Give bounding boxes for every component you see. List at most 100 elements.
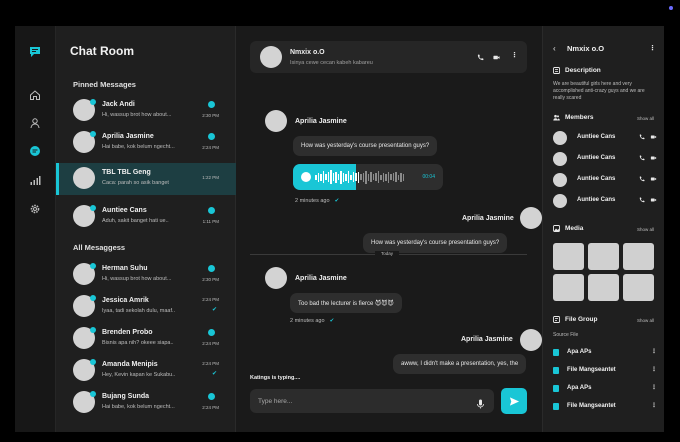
members-icon [553, 114, 560, 121]
media-icon [553, 225, 560, 232]
chat-item-herman-suhu[interactable]: Herman Suhu Hi, wassup brot how about...… [56, 259, 236, 291]
waveform-bar [350, 174, 352, 180]
read-check-icon: ✔ [329, 318, 335, 324]
voice-message[interactable]: 00:04 [293, 164, 443, 190]
chat-item-jack-andi[interactable]: Jack Andi Hi, wassup brot how about... 2… [56, 95, 236, 127]
more-options-icon[interactable]: ⋮ [511, 51, 518, 59]
chat-item-name: Aprilia Jasmine [102, 133, 154, 140]
chat-item-name: Jack Andi [102, 101, 135, 108]
media-thumbnail[interactable] [623, 243, 654, 270]
chat-item-jessica-amrik[interactable]: Jessica Amrik Iyaa, tadi sekolah dulu, m… [56, 291, 236, 323]
video-call-icon[interactable] [650, 176, 657, 182]
phone-call-icon[interactable] [476, 53, 484, 61]
chat-item-time: 2:30 PM [202, 113, 219, 118]
avatar [73, 327, 96, 349]
phone-call-icon[interactable] [639, 197, 645, 203]
chat-item-brenden-probo[interactable]: Brenden Probo Bisnis apa nih? okeee siap… [56, 323, 236, 355]
chat-item-preview: Hi, wassup brot how about... [102, 276, 172, 282]
phone-call-icon[interactable] [639, 176, 645, 182]
chat-item-amanda-menipis[interactable]: Amanda Menipis Hey, Kevin kapan ke Sukab… [56, 355, 236, 387]
member-row[interactable]: Auntiee Cans [553, 192, 657, 210]
chat-item-time: 2:24 PM [202, 341, 219, 346]
media-thumbnail[interactable] [553, 243, 584, 270]
chat-item-bujang-sunda[interactable]: Bujang Sunda Hai babe, kok belum ngecht.… [56, 387, 236, 419]
files-show-all-link[interactable]: Show all [637, 318, 654, 323]
chat-item-name: Amanda Menipis [102, 361, 158, 368]
members-show-all-link[interactable]: Show all [637, 116, 654, 121]
profile-icon[interactable] [27, 115, 43, 131]
file-more-icon[interactable]: ⋮ [651, 348, 657, 355]
waveform-bar [365, 170, 367, 184]
message-bubble: How was yesterday's course presentation … [363, 233, 508, 253]
chat-item-preview: Hey, Kevin kapan ke Sukabu.. [102, 372, 176, 378]
file-icon [553, 367, 559, 374]
file-item[interactable]: Apa APs ⋮ [553, 347, 657, 359]
waveform-bar [397, 174, 399, 180]
media-show-all-link[interactable]: Show all [637, 227, 654, 232]
file-name: File Mangseantet [567, 403, 616, 409]
file-item[interactable]: Apa APs ⋮ [553, 383, 657, 395]
file-icon [553, 349, 559, 356]
file-more-icon[interactable]: ⋮ [651, 402, 657, 409]
analytics-icon[interactable] [27, 172, 43, 188]
media-thumbnail[interactable] [623, 274, 654, 301]
waveform-bar [390, 174, 392, 180]
back-chevron-icon[interactable]: ‹ [553, 44, 556, 53]
member-row[interactable]: Auntiee Cans [553, 150, 657, 168]
video-call-icon[interactable] [650, 197, 657, 203]
microphone-icon[interactable] [476, 396, 485, 409]
waveform-bar [395, 172, 397, 182]
avatar [73, 263, 96, 285]
member-row[interactable]: Auntiee Cans [553, 129, 657, 147]
waveform-bar [325, 174, 327, 180]
chat-item-name: Brenden Probo [102, 329, 153, 336]
send-button[interactable] [501, 388, 527, 414]
video-call-icon[interactable] [492, 53, 500, 61]
file-item[interactable]: File Mangseantet ⋮ [553, 401, 657, 413]
file-more-icon[interactable]: ⋮ [651, 366, 657, 373]
file-more-icon[interactable]: ⋮ [651, 384, 657, 391]
file-item[interactable]: File Mangseantet ⋮ [553, 365, 657, 377]
phone-call-icon[interactable] [639, 134, 645, 140]
chat-item-aprilia-jasmine[interactable]: Aprilia Jasmine Hai babe, kok belum ngec… [56, 127, 236, 159]
member-name: Auntiee Cans [577, 197, 616, 203]
video-call-icon[interactable] [650, 134, 657, 140]
chat-nav-icon[interactable] [27, 143, 43, 159]
unread-badge [208, 133, 215, 140]
chat-item-tbl-tbl-geng[interactable]: TBL TBL Geng Caca: parah so asik banget … [56, 163, 236, 195]
waveform-bar [327, 172, 329, 182]
home-icon[interactable] [27, 87, 43, 103]
play-icon[interactable] [301, 172, 311, 182]
file-group-heading: File Group [553, 316, 598, 323]
online-dot [90, 391, 96, 397]
chat-item-auntiee-cans[interactable]: Auntiee Cans Aduh, sakit banget hati ue.… [56, 201, 236, 233]
member-row[interactable]: Auntiee Cans [553, 171, 657, 189]
message-input[interactable] [258, 389, 468, 413]
file-name: Apa APs [567, 385, 592, 391]
message-bubble: awww, I didn't make a presentation, yes,… [393, 354, 527, 374]
group-details-panel: ‹ Nmxix o.O ⋮ Description We are beautif… [542, 26, 664, 432]
video-call-icon[interactable] [650, 155, 657, 161]
send-icon [509, 396, 519, 406]
chat-item-name: Auntiee Cans [102, 207, 147, 214]
chat-item-preview: Bisnis apa nih? okeee siapa.. [102, 340, 174, 346]
chat-header-name: Nmxix o.O [290, 49, 325, 56]
chat-item-name: TBL TBL Geng [102, 169, 151, 176]
waveform-bar [337, 174, 339, 180]
group-avatar[interactable] [260, 46, 282, 68]
chat-item-time: 2:24 PM [202, 361, 219, 366]
media-thumbnail[interactable] [553, 274, 584, 301]
media-thumbnail[interactable] [588, 243, 619, 270]
media-thumbnail[interactable] [588, 274, 619, 301]
waveform-bar [370, 172, 372, 182]
details-more-icon[interactable]: ⋮ [649, 44, 656, 52]
member-avatar [553, 173, 567, 187]
waveform-bar [320, 173, 322, 181]
members-heading: Members [553, 114, 594, 121]
date-divider-label: Today [375, 251, 400, 256]
phone-call-icon[interactable] [639, 155, 645, 161]
settings-gear-icon[interactable] [27, 201, 43, 217]
description-heading: Description [553, 67, 601, 74]
online-dot [90, 263, 96, 269]
chat-item-time: 1:11 PM [202, 219, 219, 224]
